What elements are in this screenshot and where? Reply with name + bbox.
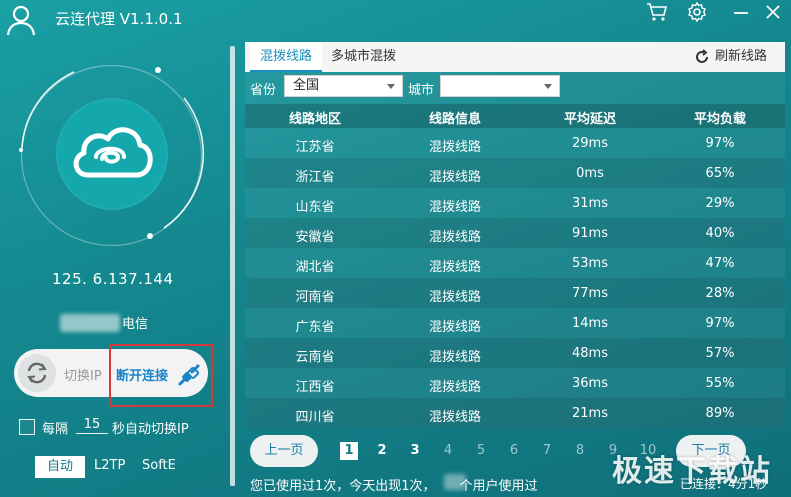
city-label: 城市 — [408, 83, 435, 98]
cart-icon[interactable] — [646, 2, 668, 22]
auto-switch-suffix: 秒自动切换IP — [112, 422, 189, 437]
cell-region: 四川省 — [295, 410, 335, 425]
cell-load: 55% — [705, 376, 735, 391]
auto-switch-checkbox[interactable] — [19, 419, 35, 435]
cell-region: 湖北省 — [295, 260, 335, 275]
cell-load: 40% — [705, 226, 735, 241]
cell-latency: 77ms — [572, 286, 608, 301]
cell-latency: 53ms — [572, 256, 608, 271]
cell-region: 江苏省 — [295, 140, 335, 155]
cell-info: 混拨线路 — [428, 200, 482, 215]
chevron-down-icon — [544, 84, 552, 89]
cell-info: 混拨线路 — [428, 290, 482, 305]
cell-info: 混拨线路 — [428, 320, 482, 335]
cell-info: 混拨线路 — [428, 170, 482, 185]
gear-icon[interactable] — [686, 2, 708, 22]
cell-load: 97% — [705, 316, 735, 331]
column-header-load[interactable]: 平均负载 — [694, 108, 746, 127]
mode-auto-tab[interactable]: 自动 — [35, 456, 85, 478]
page-number[interactable]: 2 — [373, 442, 391, 460]
cell-region: 江西省 — [295, 380, 335, 395]
refresh-icon — [27, 362, 47, 384]
chevron-down-icon — [387, 84, 395, 89]
isp-redacted — [60, 314, 120, 332]
cell-load: 28% — [705, 286, 735, 301]
cell-load: 57% — [705, 346, 735, 361]
auto-switch-prefix: 每隔 — [42, 422, 69, 437]
cell-load: 97% — [705, 136, 735, 151]
usage-text-left: 您已使用过1次，今天出现1次， — [250, 479, 436, 494]
isp-name: 电信 — [122, 317, 149, 332]
cell-info: 混拨线路 — [428, 380, 482, 395]
panel-divider — [230, 46, 235, 486]
cell-latency: 29ms — [572, 136, 608, 151]
page-number[interactable]: 7 — [538, 442, 556, 460]
cell-latency: 36ms — [572, 376, 608, 391]
app-title: 云连代理 V1.1.0.1 — [55, 10, 183, 28]
page-number[interactable]: 8 — [571, 442, 589, 460]
column-header-info[interactable]: 线路信息 — [429, 108, 481, 127]
page-number[interactable]: 6 — [505, 442, 523, 460]
province-value: 全国 — [293, 78, 320, 93]
interval-input[interactable] — [76, 416, 108, 434]
cell-load: 89% — [705, 406, 735, 421]
cloud-logo-icon — [73, 127, 153, 178]
city-select[interactable] — [440, 75, 560, 97]
cell-latency: 31ms — [572, 196, 608, 211]
cell-region: 河南省 — [295, 290, 335, 305]
usage-text: 您已使用过1次，今天出现1次， 个用户使用过 — [250, 475, 538, 494]
refresh-routes-button[interactable]: 刷新线路 — [694, 42, 767, 72]
page-number[interactable]: 4 — [439, 442, 457, 460]
disconnect-button[interactable]: 断开连接 — [116, 365, 168, 384]
cell-latency: 48ms — [572, 346, 608, 361]
close-icon[interactable] — [763, 2, 783, 22]
mode-l2tp-tab[interactable]: L2TP — [94, 458, 125, 473]
province-label: 省份 — [250, 83, 277, 98]
switch-ip-button[interactable] — [18, 354, 56, 392]
cell-info: 混拨线路 — [428, 410, 482, 425]
cell-latency: 91ms — [572, 226, 608, 241]
column-header-latency[interactable]: 平均延迟 — [564, 108, 616, 127]
tab-multi-city[interactable]: 多城市混拨 — [331, 42, 396, 72]
usage-text-right: 个用户使用过 — [459, 479, 538, 494]
cell-info: 混拨线路 — [428, 260, 482, 275]
cell-info: 混拨线路 — [428, 230, 482, 245]
mode-softe-tab[interactable]: SoftE — [142, 458, 176, 473]
cell-latency: 14ms — [572, 316, 608, 331]
cell-region: 云南省 — [295, 350, 335, 365]
cell-latency: 21ms — [572, 406, 608, 421]
refresh-icon — [696, 49, 708, 63]
refresh-routes-label: 刷新线路 — [715, 49, 768, 64]
cell-region: 安徽省 — [295, 230, 335, 245]
cell-load: 65% — [705, 166, 735, 181]
cell-latency: 0ms — [576, 166, 604, 181]
page-number[interactable]: 3 — [406, 442, 424, 460]
province-select[interactable]: 全国 — [284, 75, 403, 97]
switch-ip-label[interactable]: 切换IP — [64, 365, 102, 384]
user-icon[interactable] — [6, 4, 36, 36]
cell-region: 山东省 — [295, 200, 335, 215]
plug-icon[interactable] — [172, 358, 206, 392]
prev-page-button[interactable]: 上一页 — [250, 435, 318, 467]
tab-mixed-routes[interactable]: 混拨线路 — [250, 42, 322, 72]
column-header-region[interactable]: 线路地区 — [289, 108, 341, 127]
cell-region: 广东省 — [295, 320, 335, 335]
page-number[interactable]: 5 — [472, 442, 490, 460]
cell-info: 混拨线路 — [428, 140, 482, 155]
cell-info: 混拨线路 — [428, 350, 482, 365]
page-number[interactable]: 1 — [340, 442, 358, 460]
cell-region: 浙江省 — [295, 170, 335, 185]
minimize-icon[interactable] — [731, 2, 751, 22]
cell-load: 29% — [705, 196, 735, 211]
cell-load: 47% — [705, 256, 735, 271]
user-count-redacted — [444, 474, 466, 490]
watermark: 极速下载站 — [612, 454, 772, 489]
ip-address: 125. 6.137.144 — [52, 270, 174, 288]
